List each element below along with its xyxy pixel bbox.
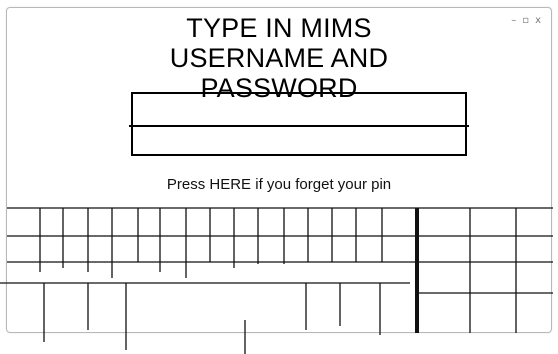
forgot-here-link[interactable]: HERE [209,176,251,193]
credentials-box [129,92,469,157]
username-field[interactable] [133,94,465,125]
instructions-line-2: USERNAME AND [169,43,389,73]
instructions-line-1: TYPE IN MIMS [186,13,372,43]
forgot-suffix: if you forget your pin [251,176,392,193]
password-field[interactable] [133,126,465,157]
forgot-prefix: Press [166,176,210,193]
forgot-pin-link[interactable]: Press HERE if you forget your pin [0,176,558,193]
login-instructions: TYPE IN MIMS USERNAME AND PASSWORD [0,13,558,103]
